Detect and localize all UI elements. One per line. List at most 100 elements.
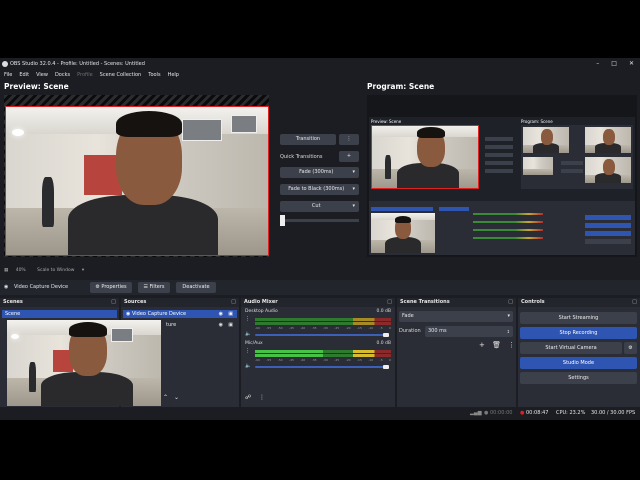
desktop-audio-volume-slider[interactable]	[255, 334, 385, 336]
speaker-icon[interactable]: 🔈	[245, 331, 251, 337]
source-item-partial[interactable]: ture ◉ ▣	[163, 321, 235, 329]
eye-icon[interactable]: ◉	[219, 310, 223, 318]
source-item[interactable]: ◉ Video Capture Device ◉ ▣	[123, 310, 237, 318]
controls-panel: Controls □ Start Streaming Stop Recording…	[518, 298, 640, 408]
link-icon[interactable]: ☍	[245, 394, 251, 401]
close-button[interactable]: ✕	[629, 58, 634, 70]
chevron-down-icon: ▾	[81, 268, 85, 273]
channel-menu-icon[interactable]: ⋮	[245, 316, 250, 322]
start-streaming-button[interactable]: Start Streaming	[520, 312, 637, 324]
zoom-level[interactable]: 40%	[16, 268, 26, 273]
dock-icon: □	[632, 299, 637, 305]
rec-time: ● 00:08:47	[520, 410, 549, 416]
mic-aux-volume-knob[interactable]	[383, 365, 389, 369]
move-down-icon[interactable]: ⌄	[174, 394, 179, 401]
dock-icon: □	[508, 299, 513, 305]
sources-header: Sources □	[121, 298, 239, 307]
obs-window: OBS Studio 32.0.4 - Profile: Untitled - …	[0, 58, 640, 420]
menu-profile[interactable]: Profile	[77, 70, 93, 80]
source-arrows: ⌃ ⌄	[163, 394, 179, 401]
mic-aux-db: 0.0 dB	[376, 341, 391, 346]
scale-mode[interactable]: Scale to Window	[37, 268, 74, 273]
monitor-icon: ▦	[4, 268, 9, 273]
mixer-menu-icon[interactable]: ⋮	[259, 394, 265, 401]
menu-scene-collection[interactable]: Scene Collection	[100, 70, 142, 80]
menu-file[interactable]: File	[4, 70, 12, 80]
cut-transition-button[interactable]: Cut ▾	[280, 201, 359, 212]
record-dot-icon: ●	[520, 410, 525, 416]
stream-time: ● 00:00:00	[484, 410, 513, 416]
mic-aux-volume-slider[interactable]	[255, 366, 385, 368]
menu-tools[interactable]: Tools	[148, 70, 160, 80]
virtual-camera-settings-icon[interactable]: ⚙	[624, 342, 637, 354]
spinner-icon[interactable]: ↕	[507, 326, 510, 337]
cpu-usage: CPU: 23.2%	[556, 410, 586, 416]
transition-actions: + 🗑 ⋮	[479, 341, 515, 349]
camera-icon: ◉	[126, 311, 131, 317]
menu-help[interactable]: Help	[168, 70, 179, 80]
filter-icon: ☰	[143, 284, 148, 290]
duration-label: Duration	[399, 328, 421, 334]
fade-black-transition-button[interactable]: Fade to Black (300ms) ▾	[280, 184, 359, 195]
status-bar: ▂▄▆ ● 00:00:00 ● 00:08:47 CPU: 23.2% 30.…	[0, 407, 640, 420]
fade-transition-button[interactable]: Fade (300ms) ▾	[280, 167, 359, 178]
transition-more-icon[interactable]: ⋮	[339, 134, 359, 145]
filters-button[interactable]: ☰ Filters	[138, 282, 170, 293]
lock-icon[interactable]: ▣	[228, 310, 233, 318]
t-bar-slider[interactable]	[280, 219, 359, 222]
menu-view[interactable]: View	[36, 70, 48, 80]
move-up-icon[interactable]: ⌃	[163, 394, 168, 401]
lock-icon[interactable]: ▣	[228, 321, 233, 329]
speaker-icon[interactable]: 🔈	[245, 363, 251, 369]
t-bar-handle[interactable]	[280, 215, 285, 226]
audio-mixer-header: Audio Mixer □	[241, 298, 395, 307]
preview-title: Preview: Scene	[4, 82, 69, 91]
channel-menu-icon[interactable]: ⋮	[245, 348, 250, 354]
chevron-down-icon: ▾	[507, 313, 510, 319]
program-title: Program: Scene	[367, 82, 435, 91]
title-bar: OBS Studio 32.0.4 - Profile: Untitled - …	[0, 58, 640, 70]
duration-input[interactable]: 300 ms ↕	[425, 326, 513, 337]
scene-item[interactable]: Scene	[2, 310, 117, 318]
trash-icon[interactable]: 🗑	[492, 341, 501, 349]
camera-icon: ◉	[4, 284, 9, 290]
stop-recording-button[interactable]: Stop Recording	[520, 327, 637, 339]
mic-aux-scale: -60 -55 -50 -45 -40 -35 -30 -25 -20 -15 -10 -5 0	[255, 358, 391, 362]
minimize-button[interactable]: –	[596, 58, 599, 70]
menu-docks[interactable]: Docks	[55, 70, 70, 80]
chevron-down-icon: ▾	[352, 186, 355, 192]
audio-mixer-panel: Audio Mixer □ Desktop Audio 0.0 dB ⋮ -60-…	[241, 298, 395, 408]
source-selection-frame[interactable]	[5, 106, 269, 256]
mic-aux-meter-r	[255, 354, 391, 357]
start-virtual-camera-button[interactable]: Start Virtual Camera	[520, 342, 622, 354]
menu-bar: File Edit View Docks Profile Scene Colle…	[0, 70, 640, 80]
quick-transitions-label: Quick Transitions	[280, 154, 323, 160]
selected-source: ◉ Video Capture Device	[4, 284, 69, 290]
dock-icon: □	[111, 299, 116, 305]
settings-button[interactable]: Settings	[520, 372, 637, 384]
more-icon[interactable]: ⋮	[508, 341, 515, 349]
transition-button[interactable]: Transition	[280, 134, 336, 145]
gear-icon: ⚙	[95, 284, 100, 290]
desktop-audio-meter-r	[255, 322, 391, 325]
dock-icon: □	[387, 299, 392, 305]
add-quick-transition-icon[interactable]: +	[339, 151, 359, 162]
maximize-button[interactable]: □	[611, 58, 617, 70]
properties-button[interactable]: ⚙ Properties	[90, 282, 132, 293]
add-icon[interactable]: +	[479, 341, 485, 349]
program-canvas: Preview: Scene Program: Scene	[367, 95, 637, 257]
window-title: OBS Studio 32.0.4 - Profile: Untitled - …	[10, 61, 145, 67]
desktop-audio-meter	[255, 318, 391, 321]
scene-transitions-panel: Scene Transitions □ Fade ▾ Duration 300 m…	[397, 298, 516, 408]
transition-type-select[interactable]: Fade ▾	[399, 311, 513, 322]
menu-edit[interactable]: Edit	[19, 70, 29, 80]
mic-aux-label: Mic/Aux	[245, 341, 263, 346]
scenes-header: Scenes □	[0, 298, 119, 307]
scenes-panel: Scenes □ Scene	[0, 298, 161, 408]
desktop-audio-volume-knob[interactable]	[383, 333, 389, 337]
eye-icon[interactable]: ◉	[219, 321, 223, 329]
chevron-down-icon: ▾	[352, 169, 355, 175]
camera-overlay-video	[7, 320, 161, 406]
studio-mode-button[interactable]: Studio Mode	[520, 357, 637, 369]
deactivate-button[interactable]: Deactivate	[176, 282, 216, 293]
